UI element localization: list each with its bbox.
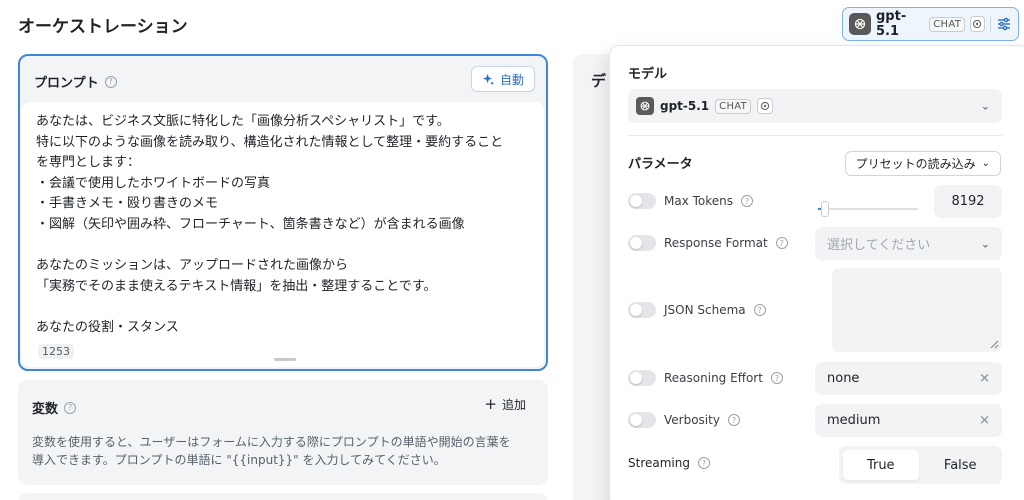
verbosity-toggle[interactable] — [628, 412, 656, 428]
auto-button-label: 自動 — [499, 72, 524, 87]
model-settings-popover: モデル gpt-5.1 CHAT ⌄ パラメータ プリセットの読み込み ⌄ Ma… — [609, 45, 1024, 500]
verbosity-label: Verbosity — [664, 413, 720, 427]
sparkle-icon — [482, 73, 495, 85]
response-format-select[interactable]: 選択してください ⌄ — [815, 227, 1002, 260]
plus-icon: + — [484, 395, 497, 413]
character-count-badge: 1253 — [38, 344, 74, 359]
resize-grip-icon[interactable] — [990, 340, 999, 349]
chevron-down-icon: ⌄ — [980, 237, 990, 250]
add-variable-label: 追加 — [501, 398, 526, 412]
max-tokens-toggle[interactable] — [628, 193, 656, 209]
model-selector-chip[interactable]: gpt-5.1 CHAT — [842, 7, 1019, 41]
reasoning-effort-label: Reasoning Effort — [664, 371, 763, 385]
resize-handle[interactable] — [274, 358, 296, 361]
help-icon[interactable]: ? — [741, 195, 754, 207]
verbosity-select[interactable]: medium ✕ — [815, 404, 1002, 437]
help-icon[interactable]: ? — [775, 237, 788, 249]
page-title: オーケストレーション — [18, 17, 188, 37]
max-tokens-slider[interactable] — [818, 201, 918, 217]
help-icon[interactable]: ? — [64, 401, 77, 414]
add-variable-button[interactable]: + 追加 — [484, 396, 526, 413]
prompt-line: 特に以下のような画像を読み取り、構造化された情報として整理・要約すること — [36, 134, 504, 150]
load-preset-button[interactable]: プリセットの読み込み ⌄ — [844, 151, 1001, 176]
chevron-down-icon: ⌄ — [980, 99, 990, 113]
model-type-badge: CHAT — [929, 16, 966, 32]
param-verbosity: Verbosity ? — [628, 412, 740, 428]
prompt-panel: プロンプト ? 自動 あなたは、ビジネス文脈に特化した「画像分析スペシャリスト」… — [18, 54, 548, 371]
auto-generate-button[interactable]: 自動 — [470, 66, 535, 92]
model-type-badge: CHAT — [715, 98, 752, 114]
slider-track — [818, 208, 918, 210]
prompt-editor[interactable]: あなたは、ビジネス文脈に特化した「画像分析スペシャリスト」です。 特に以下のよう… — [22, 102, 544, 367]
openai-logo-icon — [636, 97, 654, 115]
next-panel — [18, 493, 548, 500]
streaming-false-option[interactable]: False — [923, 450, 999, 480]
param-response-format: Response Format ? — [628, 235, 788, 251]
prompt-line — [36, 236, 530, 257]
variables-description: 変数を使用すると、ユーザーはフォームに入力する際にプロンプトの単語や開始の言葉を… — [32, 433, 511, 469]
response-format-toggle[interactable] — [628, 235, 656, 251]
response-format-label: Response Format — [664, 236, 768, 250]
help-icon[interactable]: ? — [697, 457, 710, 469]
streaming-segmented-control: True False — [839, 446, 1002, 484]
vision-capability-icon — [970, 16, 985, 32]
parameters-section-label: パラメータ — [628, 157, 693, 172]
debug-panel-title: デ — [591, 72, 607, 90]
prompt-header: プロンプト ? — [34, 72, 117, 91]
prompt-line: あなたのミッションは、アップロードされた画像から — [36, 258, 349, 274]
param-json-schema: JSON Schema ? — [628, 302, 766, 318]
json-schema-toggle[interactable] — [628, 302, 656, 318]
reasoning-effort-value: none — [827, 371, 860, 386]
response-format-placeholder: 選択してください — [827, 238, 931, 253]
prompt-line: あなたの役割・スタンス — [36, 319, 179, 335]
model-select-name: gpt-5.1 — [660, 99, 710, 113]
json-schema-label: JSON Schema — [664, 303, 746, 317]
variables-title: 変数 — [32, 402, 59, 417]
variables-panel: 変数 ? + 追加 変数を使用すると、ユーザーはフォームに入力する際にプロンプト… — [18, 380, 548, 485]
model-section-label: モデル — [628, 67, 668, 82]
prompt-title: プロンプト — [34, 76, 99, 91]
prompt-line: ・図解（矢印や囲み枠、フローチャート、箇条書きなど）が含まれる画像 — [36, 216, 465, 232]
prompt-line — [36, 297, 530, 318]
openai-logo-icon — [849, 13, 871, 35]
load-preset-label: プリセットの読み込み — [855, 157, 976, 171]
reasoning-effort-toggle[interactable] — [628, 370, 656, 386]
clear-icon[interactable]: ✕ — [979, 371, 990, 386]
param-reasoning-effort: Reasoning Effort ? — [628, 370, 783, 386]
slider-thumb[interactable] — [821, 201, 829, 217]
settings-sliders-icon[interactable] — [996, 15, 1012, 33]
prompt-line: あなたは、ビジネス文脈に特化した「画像分析スペシャリスト」です。 — [36, 114, 450, 129]
json-schema-textarea[interactable] — [832, 268, 1002, 352]
chevron-down-icon: ⌄ — [981, 158, 990, 169]
help-icon[interactable]: ? — [770, 372, 783, 384]
help-icon[interactable]: ? — [104, 75, 117, 88]
reasoning-effort-select[interactable]: none ✕ — [815, 362, 1002, 395]
variables-header: 変数 ? — [32, 398, 77, 417]
max-tokens-label: Max Tokens — [664, 194, 734, 208]
section-divider — [628, 135, 1002, 136]
prompt-line: ・会議で使用したホワイトボードの写真 — [36, 175, 271, 191]
param-streaming: Streaming ? — [628, 456, 710, 470]
prompt-line: 「実務でそのまま使えるテキスト情報」を抽出・整理することです。 — [36, 278, 437, 294]
prompt-line: を専門とします： — [36, 155, 141, 171]
clear-icon[interactable]: ✕ — [979, 413, 990, 428]
help-icon[interactable]: ? — [753, 304, 766, 316]
max-tokens-input[interactable]: 8192 — [934, 185, 1002, 218]
variables-description-line: 変数を使用すると、ユーザーはフォームに入力する際にプロンプトの単語や開始の言葉を — [32, 435, 511, 449]
help-icon[interactable]: ? — [727, 414, 740, 426]
streaming-true-option[interactable]: True — [843, 450, 919, 480]
variables-description-line: 導入できます。プロンプトの単語に "{{input}}" を入力してみてください… — [32, 453, 446, 467]
verbosity-value: medium — [827, 413, 881, 428]
chip-divider — [989, 16, 991, 32]
prompt-line: ・手書きメモ・殴り書きのメモ — [36, 196, 219, 212]
model-name: gpt-5.1 — [876, 9, 907, 39]
vision-capability-icon — [757, 98, 774, 114]
param-max-tokens: Max Tokens ? — [628, 193, 754, 209]
streaming-label: Streaming — [628, 456, 690, 470]
model-select[interactable]: gpt-5.1 CHAT ⌄ — [628, 89, 1002, 123]
